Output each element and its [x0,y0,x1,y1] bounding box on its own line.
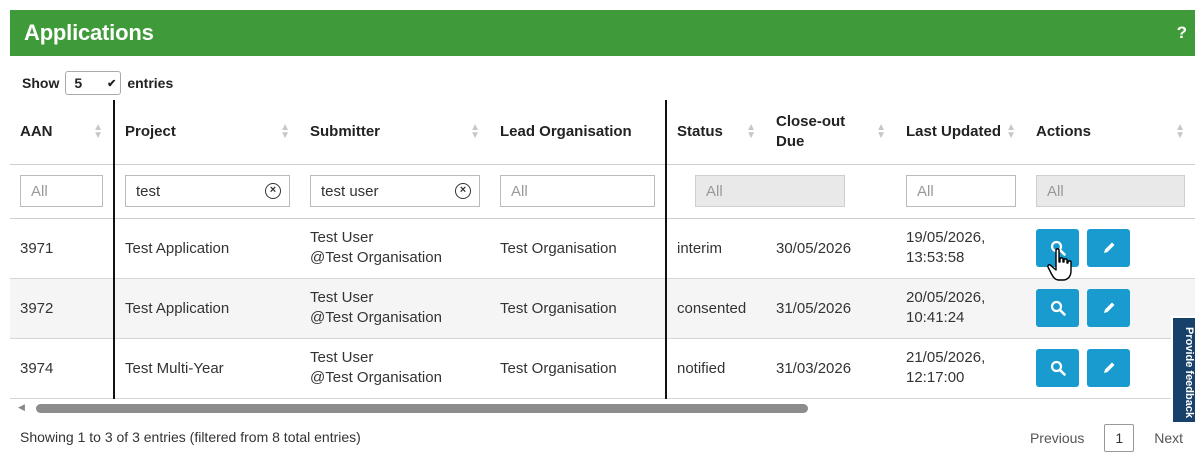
cell-submitter: Test User @Test Organisation [300,278,490,339]
cell-project: Test Application [113,278,300,339]
cell-aan: 3974 [10,338,114,399]
page-length-select[interactable]: 5 ✔ [65,71,122,95]
feedback-tab[interactable]: Provide feedback [1171,316,1195,424]
page-length-control: Show 5 ✔ entries [22,70,173,96]
cell-lead-organisation: Test Organisation [490,218,666,279]
cell-closeout-due: 31/03/2026 [766,338,896,399]
table-info: Showing 1 to 3 of 3 entries (filtered fr… [20,429,361,445]
applications-table: AAN ▲ ▼ Project ▲ ▼ Submitter ▲ ▼ Lead Organis… [10,100,1195,399]
clear-icon[interactable]: × [455,183,471,199]
next-button[interactable]: Next [1142,426,1195,450]
sort-icon: ▲ ▼ [876,121,886,141]
hand-cursor-icon [1047,248,1072,281]
cell-submitter: Test User @Test Organisation [300,338,490,399]
cell-aan: 3971 [10,218,114,279]
sort-icon: ▲ ▼ [93,121,103,141]
sort-icon: ▲ ▼ [746,121,756,141]
edit-button[interactable] [1087,229,1131,267]
filter-aan-input[interactable]: All [20,175,103,207]
filter-lead-input[interactable]: All [500,175,655,207]
edit-button[interactable] [1087,349,1131,387]
previous-button[interactable]: Previous [1018,426,1096,450]
search-icon [1050,300,1066,316]
page-title: Applications [24,20,154,45]
cell-last-updated: 19/05/2026, 13:53:58 [896,218,1026,279]
chevron-down-icon: ✔ [107,77,117,90]
entries-label: entries [127,75,174,91]
col-header-status[interactable]: Status ▲ ▼ [665,100,766,165]
edit-button[interactable] [1087,289,1131,327]
panel-header: Applications ? [10,10,1195,56]
page-1-button[interactable]: 1 [1104,424,1135,452]
cell-last-updated: 21/05/2026, 12:17:00 [896,338,1026,399]
scroll-thumb[interactable] [36,404,808,413]
col-header-project[interactable]: Project ▲ ▼ [113,100,300,165]
table-row: 3971 Test Application Test User @Test Org… [10,218,1195,279]
search-icon [1050,360,1066,376]
cell-status: consented [665,278,766,339]
scroll-left-icon[interactable]: ◀ [18,402,25,413]
sort-icon: ▲ ▼ [1006,121,1016,141]
pencil-icon [1103,362,1115,373]
col-header-last-updated[interactable]: Last Updated ▲ ▼ [896,100,1026,165]
sort-icon: ▲ ▼ [280,121,290,141]
cell-status: notified [665,338,766,399]
help-icon[interactable]: ? [1177,23,1189,43]
cell-last-updated: 20/05/2026, 10:41:24 [896,278,1026,339]
col-header-aan[interactable]: AAN ▲ ▼ [10,100,114,165]
cell-closeout-due: 30/05/2026 [766,218,896,279]
filter-submitter-input[interactable]: test user × [310,175,480,207]
filter-actions-input: All [1036,175,1185,207]
pagination: Previous 1 Next [1018,424,1195,452]
cell-lead-organisation: Test Organisation [490,278,666,339]
col-header-closeout-due[interactable]: Close-out Due ▲ ▼ [766,100,896,165]
table-row: 3972 Test Application Test User @Test Org… [10,278,1195,339]
filter-last-updated-input[interactable]: All [906,175,1016,207]
cell-aan: 3972 [10,278,114,339]
cell-submitter: Test User @Test Organisation [300,218,490,279]
table-row: 3974 Test Multi-Year Test User @Test Orga… [10,338,1195,399]
sort-icon: ▲ ▼ [1175,121,1185,141]
sort-icon: ▲ ▼ [470,121,480,141]
cell-closeout-due: 31/05/2026 [766,278,896,339]
horizontal-scrollbar[interactable]: ◀ [10,402,1195,414]
cell-project: Test Application [113,218,300,279]
pencil-icon [1103,302,1115,313]
cell-lead-organisation: Test Organisation [490,338,666,399]
pencil-icon [1103,242,1115,253]
clear-icon[interactable]: × [265,183,281,199]
view-button[interactable] [1036,289,1079,327]
cell-actions [1026,278,1195,339]
view-button[interactable] [1036,349,1079,387]
filter-status-input: All [695,175,845,207]
page-length-value: 5 [74,75,83,91]
col-header-actions[interactable]: Actions ▲ ▼ [1026,100,1195,165]
filter-project-input[interactable]: test × [125,175,290,207]
cell-actions [1026,338,1195,399]
cell-status: interim [665,218,766,279]
show-label: Show [22,75,60,91]
col-header-submitter[interactable]: Submitter ▲ ▼ [300,100,490,165]
col-header-lead-organisation[interactable]: Lead Organisation [490,100,666,165]
cell-project: Test Multi-Year [113,338,300,399]
